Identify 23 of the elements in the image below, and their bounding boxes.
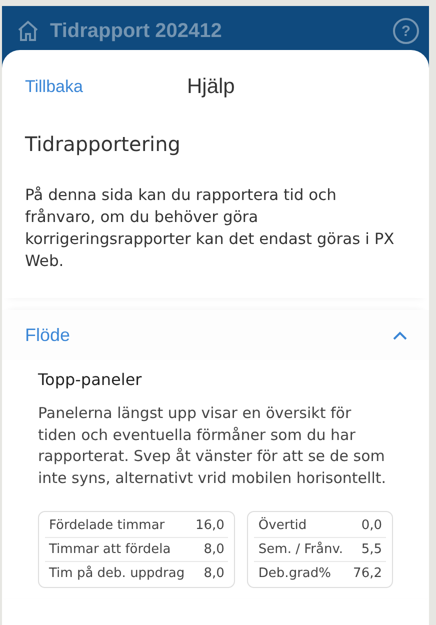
metric-value: 8,0 [204,542,224,557]
intro-paragraph: På denna sida kan du rapportera tid och frånvaro, om du behöver göra korrigeringsrapporter kan det endast göras i PX Web. [25,185,396,272]
sheet-title: Hjälp [187,75,235,99]
app-title: Tidrapport 202412 [50,20,223,42]
metric-label: Deb.grad% [258,566,331,581]
subheading: Topp-paneler [38,370,143,389]
metric-label: Tim på deb. uppdrag [49,566,185,581]
metric-label: Fördelade timmar [49,518,165,533]
metric-value: 16,0 [195,518,224,533]
help-icon[interactable]: ? [393,18,419,44]
back-link[interactable]: Tillbaka [25,77,187,97]
body-paragraph: Panelerna längst upp visar en översikt för tiden och eventuella förmåner som du har rapporterat. Svep åt vänster för att se de som inte syns, alternativt vrid mobilen horisontellt. [38,403,388,488]
metric-value: 5,5 [361,542,382,557]
metric-label: Övertid [258,518,307,533]
metric-value: 76,2 [353,566,382,581]
metric-value: 8,0 [204,566,224,581]
chevron-icon [393,330,407,340]
accordion-header[interactable]: Flöde [2,310,429,360]
metric-label: Sem. / Frånv. [258,542,344,557]
metric-label: Timmar att fördela [49,542,171,557]
home-icon[interactable] [16,19,40,43]
section-heading: Tidrapportering [25,132,182,156]
metric-value: 0,0 [361,518,382,533]
